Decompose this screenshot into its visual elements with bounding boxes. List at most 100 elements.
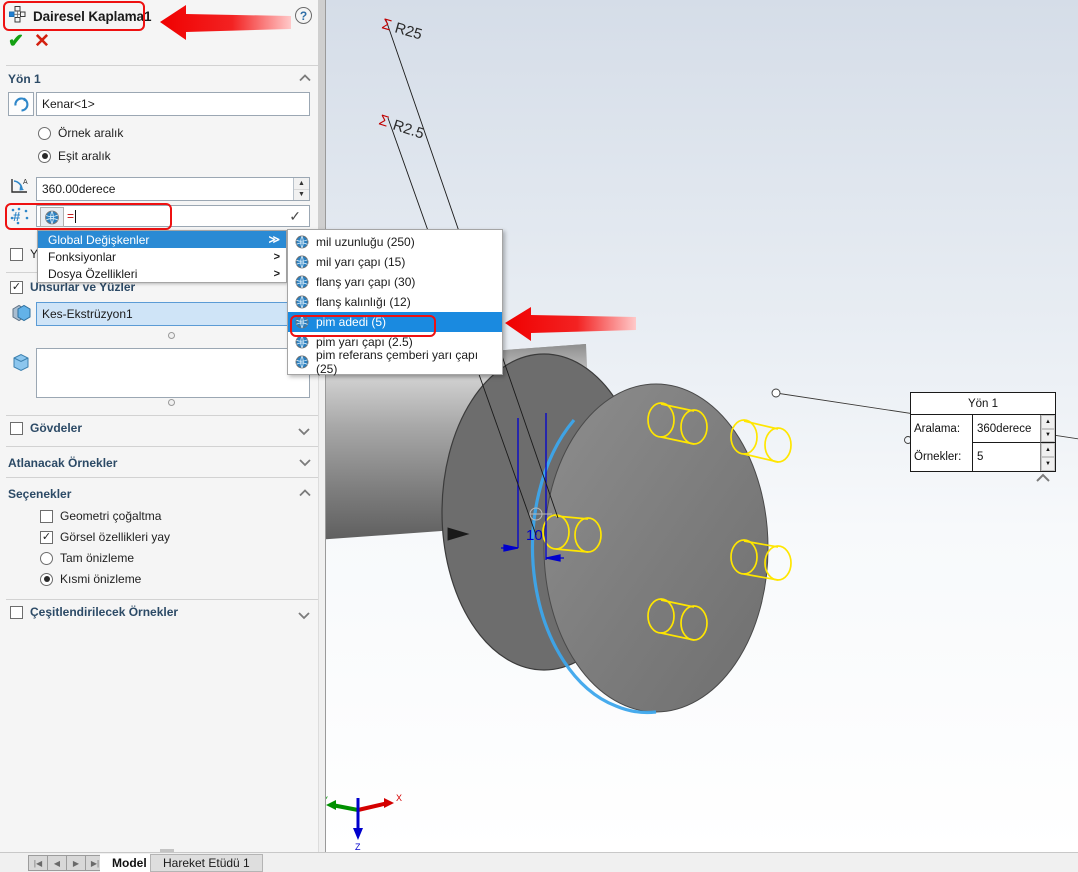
radio-ornek-aralik-mark[interactable] (38, 126, 51, 140)
tab-nav-prev[interactable]: ◀ (47, 855, 67, 871)
feature-icon (10, 302, 32, 327)
svg-text:#: # (13, 209, 21, 224)
panel-scrollbar[interactable] (318, 0, 325, 852)
radio-full-preview[interactable]: Tam önizleme (40, 551, 134, 565)
angle-field[interactable]: 360.00derece (36, 177, 310, 201)
help-icon[interactable]: ? (295, 7, 312, 24)
tab-nav-next[interactable]: ▶ (66, 855, 86, 871)
tab-nav-first[interactable]: |◀ (28, 855, 48, 871)
chevron-down-icon-skipped[interactable] (298, 456, 312, 470)
radio-ornek-aralik[interactable]: Örnek aralık (38, 126, 123, 140)
menu-item-functions[interactable]: Fonksiyonlar > (38, 248, 286, 265)
checkbox-direction2-mark[interactable] (10, 247, 23, 261)
submenu-item-mil-yari-capi-label: mil yarı çapı (15) (316, 255, 406, 269)
section-skipped[interactable]: Atlanacak Örnekler (8, 452, 326, 474)
global-variable-icon-1 (295, 255, 309, 269)
axis-triad: X Y Z (326, 793, 402, 852)
radio-esit-aralik-mark[interactable] (38, 149, 51, 163)
section-options[interactable]: Seçenekler (8, 483, 326, 505)
global-variable-icon-5 (295, 335, 309, 349)
tab-motion-study[interactable]: Hareket Etüdü 1 (150, 854, 263, 872)
radio-partial-preview-mark[interactable] (40, 572, 53, 586)
submenu-item-flans-kalinligi[interactable]: flanş kalınlığı (12) (288, 292, 502, 312)
global-variables-submenu[interactable]: mil uzunluğu (250) mil yarı çapı (15) fl… (287, 229, 503, 376)
cancel-button[interactable]: ✕ (34, 32, 50, 52)
callout-instances-value[interactable]: 5 (973, 443, 1040, 471)
accept-button[interactable]: ✔ (8, 32, 24, 52)
submenu-item-flans-yari-capi-label: flanş yarı çapı (30) (316, 275, 416, 289)
submenu-item-pim-adedi[interactable]: pim adedi (5) (288, 312, 502, 332)
global-variable-icon[interactable] (40, 207, 64, 227)
global-variable-icon-2 (295, 275, 309, 289)
instance-count-icon: # (10, 207, 30, 228)
svg-text:X: X (396, 793, 402, 803)
chevron-up-icon[interactable] (298, 72, 312, 86)
checkbox-propagate-visual-mark[interactable]: ✓ (40, 530, 53, 544)
radio-partial-preview[interactable]: Kısmi önizleme (40, 572, 141, 586)
global-variable-icon-6 (295, 355, 309, 369)
global-variable-icon-4 (295, 315, 309, 329)
checkbox-propagate-visual-label: Görsel özellikleri yay (60, 530, 171, 544)
checkbox-geometry-pattern-mark[interactable] (40, 509, 53, 523)
angle-spinner[interactable]: ▲ ▼ (293, 178, 309, 200)
section-options-label: Seçenekler (8, 487, 72, 501)
chevron-up-icon-options[interactable] (298, 487, 312, 501)
submenu-item-flans-kalinligi-label: flanş kalınlığı (12) (316, 295, 411, 309)
radio-esit-aralik[interactable]: Eşit aralık (38, 149, 111, 163)
menu-item-global-variables[interactable]: Global Değişkenler ≫ (38, 231, 286, 248)
svg-text:Y: Y (326, 795, 328, 805)
submenu-item-flans-yari-capi[interactable]: flanş yarı çapı (30) (288, 272, 502, 292)
solid-body-icon (10, 352, 32, 377)
section-direction1[interactable]: Yön 1 (8, 68, 326, 90)
section-variable-instances[interactable]: Çeşitlendirilecek Örnekler (10, 605, 178, 619)
r25-sigma: Σ (380, 16, 394, 35)
section-bodies[interactable]: Gövdeler (10, 421, 82, 435)
chevron-down-icon-variable[interactable] (297, 609, 311, 623)
svg-text:Z: Z (355, 842, 361, 852)
callout-collapse-chevron[interactable] (1035, 472, 1051, 487)
faces-field-grip[interactable] (168, 399, 175, 406)
svg-text:A: A (23, 179, 28, 186)
checkbox-geometry-pattern[interactable]: Geometri çoğaltma (40, 509, 161, 523)
menu-item-functions-label: Fonksiyonlar (48, 249, 117, 264)
submenu-arrow-icon-1: > (273, 250, 280, 263)
submenu-item-mil-uzunlugu[interactable]: mil uzunluğu (250) (288, 232, 502, 252)
submenu-item-mil-uzunlugu-label: mil uzunluğu (250) (316, 235, 415, 249)
annotation-arrow-title (160, 5, 291, 40)
menu-item-file-properties[interactable]: Dosya Özellikleri > (38, 265, 286, 282)
radio-partial-preview-label: Kısmi önizleme (60, 572, 142, 586)
callout-row-instances[interactable]: Örnekler: 5 ▲ ▼ (911, 443, 1055, 471)
callout-instances-spinner[interactable]: ▲ ▼ (1040, 443, 1055, 471)
check-icon[interactable]: ✓ (289, 209, 301, 223)
submenu-item-mil-yari-capi[interactable]: mil yarı çapı (15) (288, 252, 502, 272)
direction-callout[interactable]: Yön 1 Aralama: 360derece ▲ ▼ Örnekler: 5 … (910, 392, 1056, 472)
faces-field[interactable] (36, 348, 310, 398)
callout-row-spacing[interactable]: Aralama: 360derece ▲ ▼ (911, 415, 1055, 443)
feature-field-grip[interactable] (168, 332, 175, 339)
submenu-item-pim-yari-capi-label: pim yarı çapı (2.5) (316, 335, 413, 349)
submenu-item-pim-adedi-label: pim adedi (5) (316, 315, 387, 329)
callout-instances-label: Örnekler: (911, 443, 973, 471)
angle-icon: A (10, 177, 30, 198)
tab-nav-buttons[interactable]: |◀ ◀ ▶ ▶| (28, 855, 105, 871)
variable-source-menu[interactable]: Global Değişkenler ≫ Fonksiyonlar > Dosy… (37, 230, 287, 283)
global-variable-icon-3 (295, 295, 309, 309)
section-direction1-label: Yön 1 (8, 72, 41, 86)
callout-title: Yön 1 (911, 393, 1055, 415)
checkbox-features-faces-mark[interactable]: ✓ (10, 280, 23, 294)
bottom-tab-bar: |◀ ◀ ▶ ▶| Model Hareket Etüdü 1 (0, 852, 1078, 872)
checkbox-propagate-visual[interactable]: ✓ Görsel özellikleri yay (40, 530, 170, 544)
callout-spacing-value[interactable]: 360derece (973, 415, 1040, 443)
submenu-item-pim-referans-cemberi[interactable]: pim referans çemberi yarı çapı (25) (288, 348, 502, 376)
radio-full-preview-mark[interactable] (40, 551, 53, 565)
checkbox-bodies-mark[interactable] (10, 421, 23, 435)
callout-spacing-label: Aralama: (911, 415, 973, 443)
chevron-down-icon-bodies[interactable] (297, 425, 311, 439)
rotation-axis-field[interactable]: Kenar<1> (36, 92, 310, 116)
feature-field[interactable]: Kes-Ekstrüzyon1 (36, 302, 310, 326)
callout-spacing-spinner[interactable]: ▲ ▼ (1040, 415, 1055, 443)
checkbox-variable-instances-mark[interactable] (10, 605, 23, 619)
rotation-axis-icon[interactable] (8, 92, 34, 116)
divider-1 (6, 65, 318, 66)
instance-count-field[interactable]: = ✓ (36, 205, 310, 227)
